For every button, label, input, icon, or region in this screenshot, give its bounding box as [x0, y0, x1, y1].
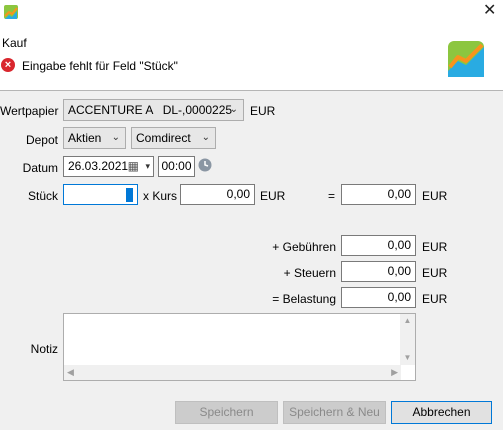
gebuehren-value: 0,00 [387, 238, 411, 252]
belastung-currency: EUR [422, 292, 448, 306]
save-new-button[interactable]: Speichern & Neu [283, 401, 386, 424]
belastung-input[interactable]: 0,00 [341, 287, 416, 308]
kurs-value: 0,00 [226, 187, 250, 201]
chevron-down-icon: ⌄ [111, 132, 120, 143]
app-logo-icon [4, 5, 18, 19]
date-value: 26.03.2021 [68, 159, 129, 173]
depot-portfolio-select[interactable]: Aktien ⌄ [63, 127, 126, 149]
chevron-down-icon[interactable]: ▾ [145, 157, 150, 176]
steuern-input[interactable]: 0,00 [341, 261, 416, 282]
depot-label: Depot [25, 133, 58, 147]
notiz-textarea[interactable]: ▲ ▼ ◀ ▶ [63, 313, 416, 381]
time-value: 00:00 [161, 159, 192, 173]
save-button[interactable]: Speichern [175, 401, 278, 424]
gebuehren-input[interactable]: 0,00 [341, 235, 416, 256]
cancel-button[interactable]: Abbrechen [391, 401, 492, 424]
wertpapier-select[interactable]: ACCENTURE A DL-,0000225 ⌄ [63, 99, 244, 121]
scroll-left-icon[interactable]: ◀ [67, 365, 74, 380]
gebuehren-label: + Gebühren [272, 240, 336, 254]
total-input[interactable]: 0,00 [341, 184, 416, 205]
horizontal-scrollbar[interactable]: ◀ ▶ [64, 365, 401, 380]
steuern-label: + Steuern [283, 266, 336, 280]
clock-icon[interactable] [198, 158, 212, 172]
depot-portfolio-value: Aktien [68, 131, 102, 145]
notiz-label: Notiz [30, 342, 58, 356]
total-currency: EUR [422, 189, 448, 203]
depot-account-value: Comdirect [136, 131, 191, 145]
wertpapier-currency: EUR [250, 104, 276, 118]
portfolio-logo-icon [448, 41, 484, 77]
wertpapier-label: Wertpapier [0, 104, 59, 118]
stueck-label: Stück [27, 189, 58, 203]
scroll-up-icon[interactable]: ▲ [400, 314, 415, 328]
dialog-title: Kauf [2, 36, 27, 50]
total-value: 0,00 [387, 187, 411, 201]
time-input[interactable]: 00:00 [158, 156, 195, 177]
chevron-down-icon: ⌄ [201, 132, 210, 143]
scroll-down-icon[interactable]: ▼ [400, 351, 415, 365]
chevron-down-icon: ⌄ [229, 104, 238, 115]
kurs-currency: EUR [260, 189, 286, 203]
belastung-value: 0,00 [387, 290, 411, 304]
error-message: Eingabe fehlt für Feld "Stück" [22, 59, 178, 73]
kurs-label: x Kurs [143, 189, 178, 203]
steuern-currency: EUR [422, 266, 448, 280]
error-icon: × [1, 58, 15, 72]
datum-label: Datum [22, 161, 58, 175]
calendar-icon[interactable]: ▦ [128, 157, 139, 176]
stueck-input[interactable] [63, 184, 138, 205]
kurs-input[interactable]: 0,00 [180, 184, 255, 205]
scroll-right-icon[interactable]: ▶ [391, 365, 398, 380]
gebuehren-currency: EUR [422, 240, 448, 254]
steuern-value: 0,00 [387, 264, 411, 278]
text-cursor [126, 187, 133, 202]
equals-sign: = [328, 189, 336, 203]
close-icon[interactable]: ✕ [483, 3, 496, 19]
vertical-scrollbar[interactable]: ▲ ▼ [400, 314, 415, 365]
belastung-label: = Belastung [272, 292, 336, 306]
date-picker[interactable]: 26.03.2021 ▦ ▾ [63, 156, 154, 177]
depot-account-select[interactable]: Comdirect ⌄ [131, 127, 216, 149]
wertpapier-value: ACCENTURE A DL-,0000225 [68, 103, 233, 117]
